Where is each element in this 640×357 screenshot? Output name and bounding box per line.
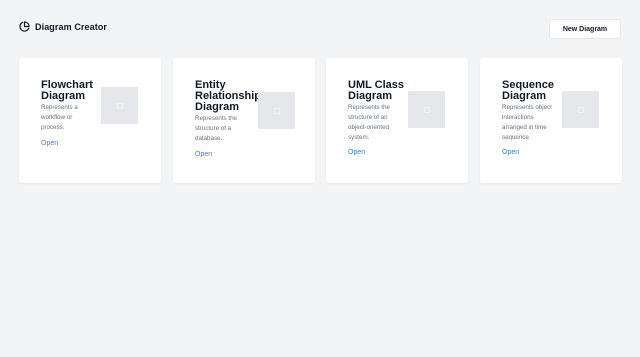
image-placeholder-icon [577, 106, 584, 113]
thumbnail-placeholder [101, 87, 138, 124]
thumbnail-placeholder [258, 92, 295, 129]
open-link[interactable]: Open [502, 149, 519, 156]
card-description: Represents the structure of a database. [195, 115, 237, 142]
diagram-card-uml-class: UML Class Diagram Represents the structu… [326, 58, 468, 183]
card-title: UML Class Diagram [348, 79, 405, 102]
pie-chart-icon [19, 21, 30, 32]
open-link[interactable]: Open [348, 149, 365, 156]
new-diagram-button[interactable]: New Diagram [549, 19, 621, 39]
image-placeholder-icon [273, 107, 280, 114]
image-placeholder-icon [116, 102, 123, 109]
card-description: Represents a workflow or process. [41, 104, 78, 131]
card-title: Entity Relationship Diagram [195, 79, 262, 113]
app-title: Diagram Creator [35, 21, 108, 32]
card-title: Sequence Diagram [502, 79, 554, 102]
header: Diagram Creator New Diagram [0, 0, 640, 58]
image-placeholder-icon [423, 106, 430, 113]
thumbnail-placeholder [562, 91, 599, 128]
card-description: Represents object interactions arranged … [502, 104, 552, 141]
card-description: Represents the structure of an object-or… [348, 104, 390, 141]
diagram-card-sequence: Sequence Diagram Represents object inter… [480, 58, 622, 183]
diagram-card-flowchart: Flowchart Diagram Represents a workflow … [19, 58, 161, 183]
card-title: Flowchart Diagram [41, 79, 93, 102]
open-link[interactable]: Open [41, 140, 58, 147]
open-link[interactable]: Open [195, 151, 212, 158]
diagram-card-entity-relationship: Entity Relationship Diagram Represents t… [173, 58, 315, 183]
thumbnail-placeholder [408, 91, 445, 128]
brand: Diagram Creator [19, 21, 107, 32]
